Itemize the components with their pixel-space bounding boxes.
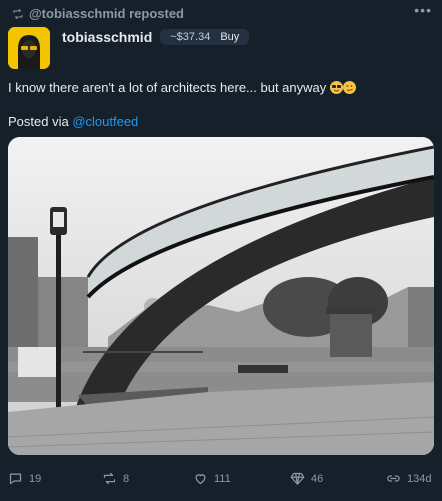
tip-button[interactable]: 46	[290, 471, 323, 486]
diamond-icon	[290, 472, 305, 485]
retweet-icon	[103, 472, 116, 485]
buy-badge[interactable]: ~$37.34 Buy	[160, 29, 250, 45]
buy-button[interactable]: Buy	[220, 31, 239, 43]
like-count: 111	[214, 472, 231, 485]
tweet-photo[interactable]	[8, 137, 434, 455]
share-link-button[interactable]: 134d	[386, 471, 431, 486]
reply-button[interactable]: 19	[8, 471, 41, 486]
views-count: 134d	[407, 472, 432, 485]
like-button[interactable]: 111	[193, 471, 231, 486]
posted-via-handle[interactable]: @cloutfeed	[72, 114, 138, 129]
reply-count: 19	[29, 472, 42, 485]
action-bar: 19 8 111 46 134d	[0, 471, 442, 493]
price-text: ~$37.34	[170, 31, 211, 43]
author-name[interactable]: tobiasschmid	[62, 29, 152, 45]
tweet-body: I know there aren't a lot of architects …	[8, 80, 327, 95]
retweet-button[interactable]: 8	[102, 471, 129, 486]
more-options-icon[interactable]: •••	[414, 2, 432, 18]
smirk-emoji-icon	[342, 81, 356, 94]
repost-indicator: @tobiasschmid reposted	[12, 6, 184, 21]
repost-text: @tobiasschmid reposted	[29, 6, 184, 21]
tweet-text: I know there aren't a lot of architects …	[8, 80, 434, 96]
author-row: tobiasschmid ~$37.34 Buy	[62, 29, 250, 45]
retweet-count: 8	[123, 472, 130, 485]
repost-icon	[13, 8, 23, 19]
reply-icon	[9, 473, 22, 485]
heart-icon	[195, 474, 206, 485]
sunglasses-emoji-icon	[329, 81, 343, 94]
posted-via-prefix: Posted via	[8, 114, 69, 129]
avatar[interactable]	[8, 27, 50, 69]
link-icon	[387, 475, 400, 482]
tip-count: 46	[311, 472, 324, 485]
posted-via: Posted via @cloutfeed	[8, 114, 138, 129]
